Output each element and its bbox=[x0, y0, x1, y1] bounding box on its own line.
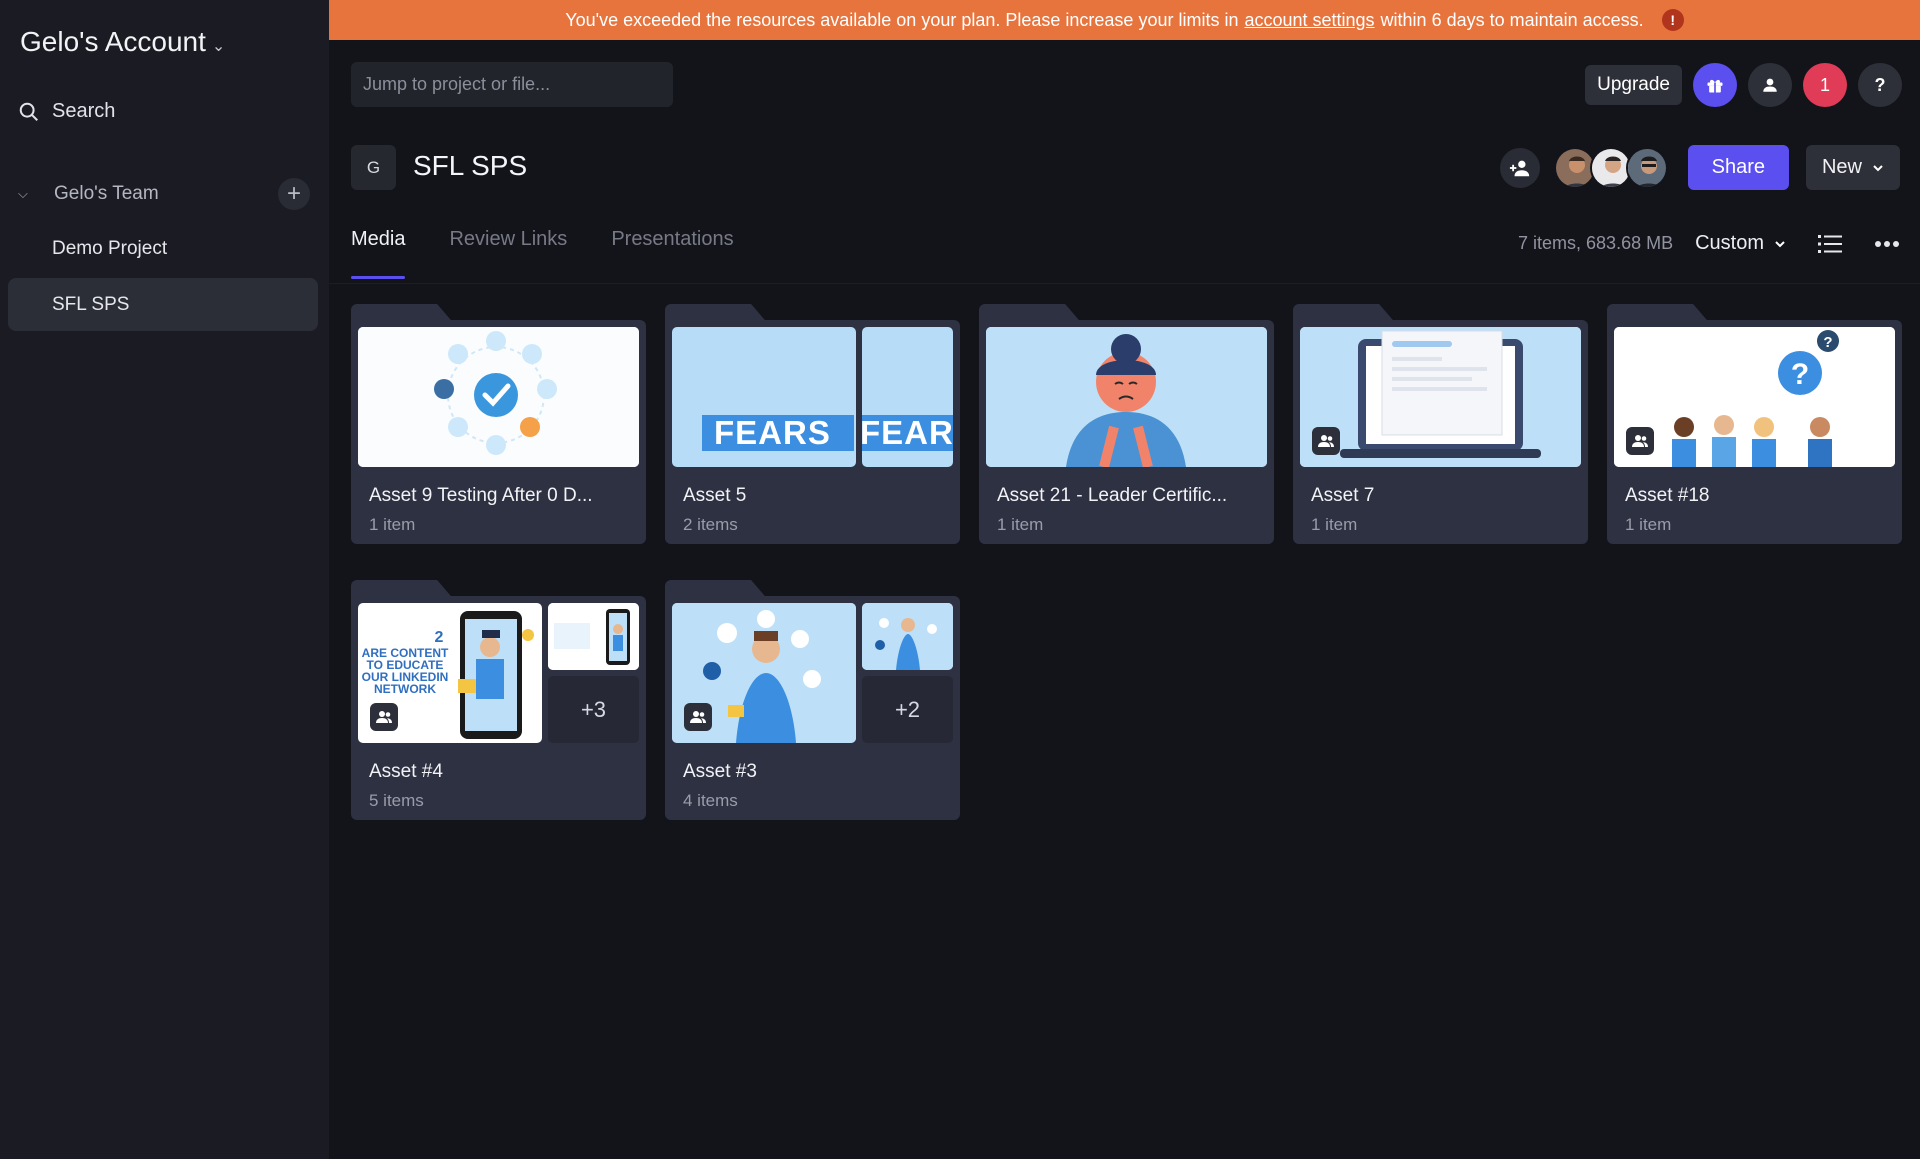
folder-thumbnail bbox=[862, 603, 953, 670]
more-items-count: +2 bbox=[862, 676, 953, 743]
folder-item-count: 2 items bbox=[683, 515, 738, 534]
top-right-toolbar: Upgrade 1 ? bbox=[1585, 63, 1902, 107]
tab-divider bbox=[329, 283, 1920, 284]
folder-name: Asset #4 bbox=[369, 761, 443, 782]
sidebar-item-label: Demo Project bbox=[52, 237, 168, 259]
sort-label: Custom bbox=[1695, 232, 1764, 254]
folder-item-count: 1 item bbox=[1625, 515, 1672, 534]
page-title: SFL SPS bbox=[413, 150, 528, 181]
account-name: Gelo's Account bbox=[20, 26, 206, 57]
avatar[interactable] bbox=[1625, 146, 1668, 189]
folder-card[interactable]: Asset 7 1 item bbox=[1293, 304, 1588, 544]
thumbnail-text: FEARS bbox=[714, 414, 831, 451]
tab-presentations[interactable]: Presentations bbox=[611, 228, 733, 271]
gift-icon bbox=[1707, 79, 1723, 93]
shared-badge bbox=[370, 703, 398, 731]
tab-review-links[interactable]: Review Links bbox=[449, 228, 567, 271]
sidebar-item-demo-project[interactable]: Demo Project bbox=[8, 222, 318, 275]
thumbnail-text: FEARS bbox=[862, 414, 953, 451]
folder-card[interactable]: 2 ARE CONTENT TO EDUCATE OUR LINKEDIN NE… bbox=[351, 580, 646, 820]
folder-thumbnail bbox=[1300, 327, 1581, 467]
folder-item-count: 5 items bbox=[369, 791, 424, 810]
banner-text: You've exceeded the resources available … bbox=[565, 9, 1239, 30]
profile-button[interactable] bbox=[1748, 63, 1792, 107]
sidebar: Gelo's Account ⌄ Search ⌵ Gelo's Team + … bbox=[0, 0, 329, 1159]
folder-card[interactable]: +2 Asset #3 4 items bbox=[665, 580, 960, 820]
more-options-icon[interactable] bbox=[1874, 240, 1900, 248]
folder-card[interactable]: Asset 21 - Leader Certific... 1 item bbox=[979, 304, 1274, 544]
people-icon bbox=[1632, 435, 1648, 447]
project-badge: G bbox=[351, 145, 396, 190]
shared-badge bbox=[1626, 427, 1654, 455]
folder-thumbnail: ? ? bbox=[1614, 327, 1895, 467]
folder-name: Asset 21 - Leader Certific... bbox=[997, 485, 1228, 506]
folder-item-count: 1 item bbox=[369, 515, 416, 534]
search-icon bbox=[19, 102, 38, 121]
folder-thumbnail bbox=[358, 327, 639, 467]
folder-item-count: 1 item bbox=[997, 515, 1044, 534]
shared-badge bbox=[684, 703, 712, 731]
folder-thumbnail: 2 ARE CONTENT TO EDUCATE OUR LINKEDIN NE… bbox=[358, 603, 542, 743]
app-root: Gelo's Account ⌄ Search ⌵ Gelo's Team + … bbox=[0, 0, 1920, 1159]
account-settings-link[interactable]: account settings bbox=[1244, 10, 1374, 31]
gift-button[interactable] bbox=[1693, 63, 1737, 107]
collaborator-avatars[interactable] bbox=[1553, 146, 1668, 189]
sort-dropdown[interactable]: Custom bbox=[1695, 232, 1786, 255]
list-view-icon[interactable] bbox=[1818, 233, 1842, 255]
banner-text-end: within 6 days to maintain access. bbox=[1380, 9, 1644, 30]
add-project-button[interactable]: + bbox=[278, 178, 310, 210]
folder-thumbnail bbox=[672, 603, 856, 743]
folder-name: Asset #18 bbox=[1625, 485, 1710, 506]
thumbnail-text-block: 2 ARE CONTENT TO EDUCATE OUR LINKEDIN NE… bbox=[361, 629, 449, 696]
shared-badge bbox=[1312, 427, 1340, 455]
item-count: 7 items, 683.68 MB bbox=[1518, 233, 1674, 253]
folder-thumbnail: FEARS bbox=[672, 327, 856, 467]
chevron-down-icon: ⌄ bbox=[211, 38, 226, 55]
folder-thumbnail: FEARS bbox=[862, 327, 953, 467]
notifications-button[interactable]: 1 bbox=[1803, 63, 1847, 107]
team-row[interactable]: ⌵ Gelo's Team + bbox=[18, 178, 310, 210]
folder-name: Asset 7 bbox=[1311, 485, 1375, 506]
sidebar-search[interactable]: Search bbox=[18, 100, 115, 123]
warning-icon: ! bbox=[1661, 9, 1684, 31]
search-label: Search bbox=[52, 100, 116, 122]
media-tabs: Media Review Links Presentations bbox=[351, 228, 734, 279]
sidebar-item-label: SFL SPS bbox=[52, 293, 130, 315]
people-icon bbox=[690, 711, 706, 723]
help-button[interactable]: ? bbox=[1858, 63, 1902, 107]
folder-name: Asset 9 Testing After 0 D... bbox=[369, 485, 593, 506]
jump-to-search-input[interactable] bbox=[351, 62, 673, 107]
folder-item-count: 4 items bbox=[683, 791, 738, 810]
folder-item-count: 1 item bbox=[1311, 515, 1358, 534]
chevron-down-icon bbox=[1775, 240, 1785, 247]
caret-down-icon: ⌵ bbox=[18, 186, 28, 201]
folder-card[interactable]: FEARS FEARS Asset 5 2 items bbox=[665, 304, 960, 544]
people-icon bbox=[376, 711, 392, 723]
upgrade-button[interactable]: Upgrade bbox=[1585, 65, 1682, 105]
chevron-down-icon bbox=[1873, 164, 1883, 171]
add-user-icon bbox=[1509, 160, 1529, 176]
people-icon bbox=[1318, 435, 1334, 447]
svg-text:?: ? bbox=[1823, 334, 1832, 351]
svg-text:?: ? bbox=[1791, 358, 1809, 391]
more-items-count: +3 bbox=[548, 676, 639, 743]
user-icon bbox=[1763, 78, 1777, 92]
view-controls: 7 items, 683.68 MB Custom bbox=[1518, 232, 1900, 255]
folder-name: Asset #3 bbox=[683, 761, 757, 782]
folder-thumbnail bbox=[986, 327, 1267, 467]
new-button-label: New bbox=[1821, 156, 1862, 178]
new-button[interactable]: New bbox=[1805, 145, 1900, 190]
project-actions: Share New bbox=[1499, 145, 1900, 190]
invite-user-button[interactable] bbox=[1499, 147, 1540, 188]
folder-card[interactable]: ? ? Asset #18 1 item bbox=[1607, 304, 1902, 544]
folder-thumbnail bbox=[548, 603, 639, 670]
tab-media[interactable]: Media bbox=[351, 228, 406, 279]
sidebar-item-sfl-sps[interactable]: SFL SPS bbox=[8, 278, 318, 331]
plan-warning-banner: You've exceeded the resources available … bbox=[329, 0, 1920, 40]
share-button[interactable]: Share bbox=[1687, 145, 1789, 190]
team-name: Gelo's Team bbox=[54, 183, 159, 204]
account-switcher[interactable]: Gelo's Account ⌄ bbox=[20, 26, 225, 58]
folder-name: Asset 5 bbox=[683, 485, 747, 506]
folder-card[interactable]: Asset 9 Testing After 0 D... 1 item bbox=[351, 304, 646, 544]
